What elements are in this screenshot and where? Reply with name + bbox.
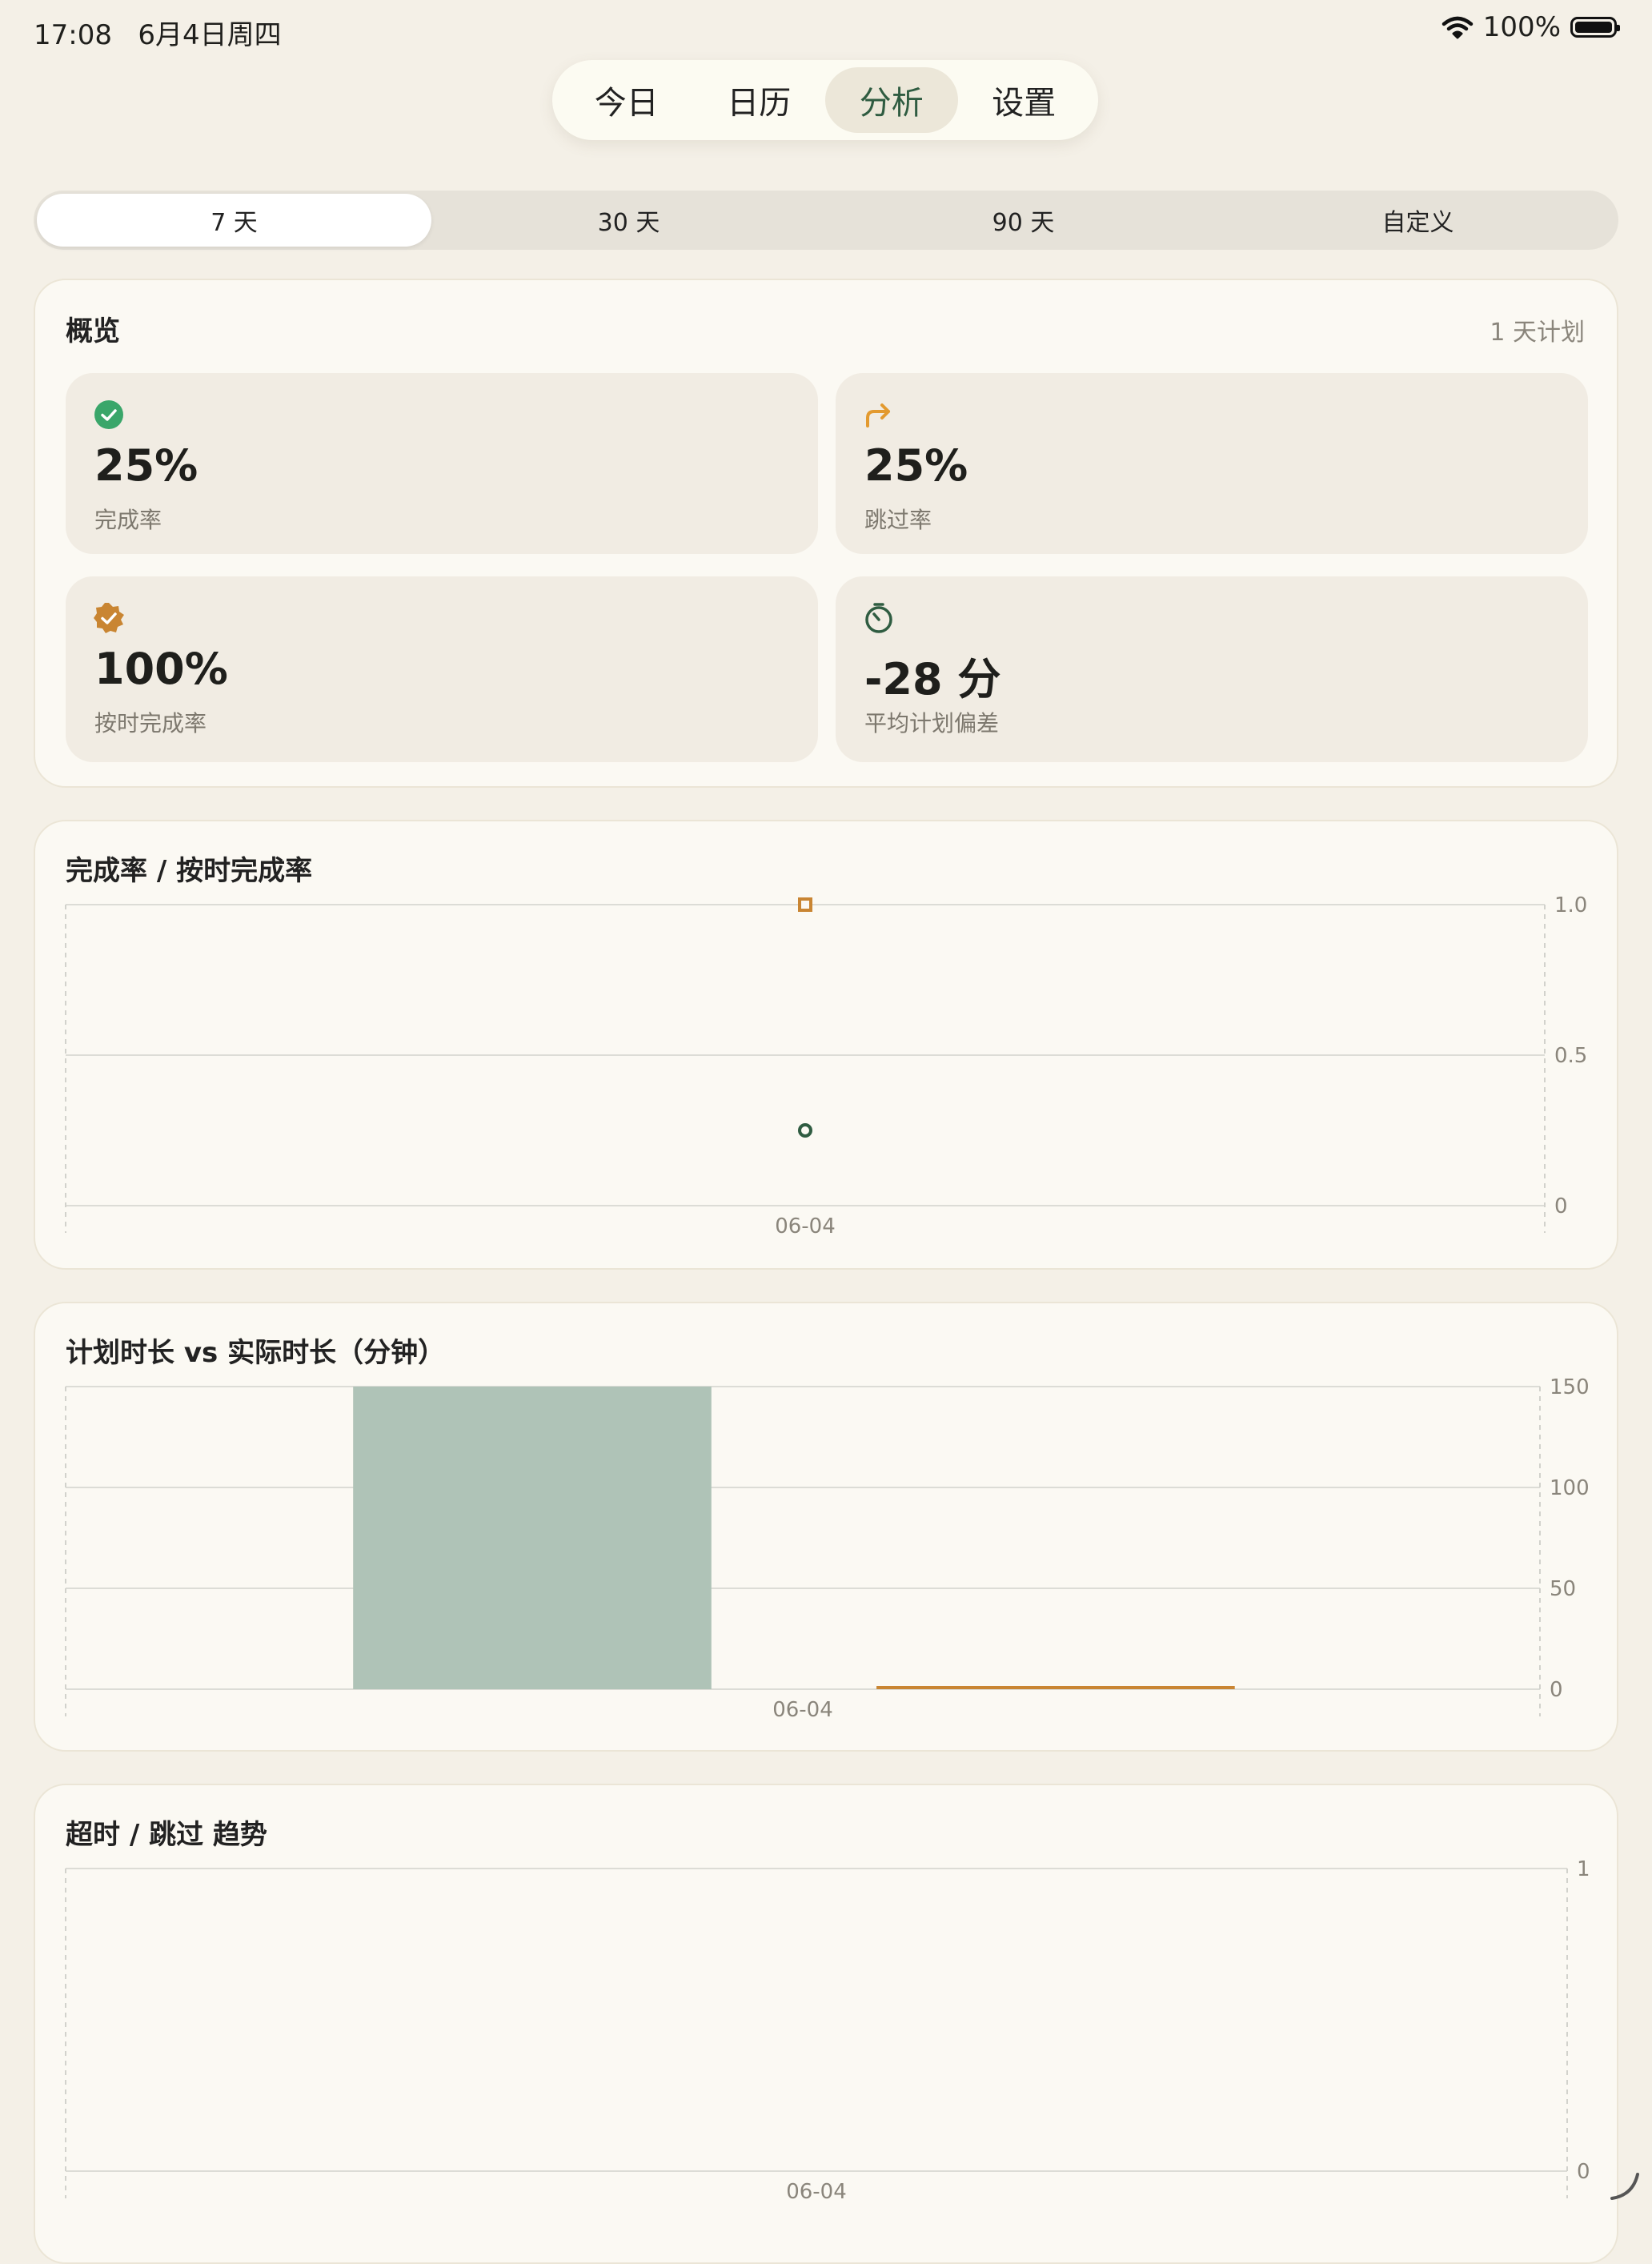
- overview-card: 概览 1 天计划 25% 完成率 25% 跳过率 100% 按时完成率 -28 …: [34, 279, 1618, 788]
- y-tick-label: 0: [1550, 1678, 1563, 1702]
- x-tick-label: 06-04: [772, 1698, 833, 1722]
- y-tick-label: 0: [1554, 1194, 1568, 1218]
- data-point-circle: [798, 1123, 812, 1138]
- status-clock: 17:08: [34, 19, 112, 51]
- y-tick-label: 100: [1550, 1476, 1590, 1500]
- y-tick-label: 50: [1550, 1577, 1576, 1601]
- redo-arrow-icon: [866, 403, 890, 428]
- status-time: 17:08 6月4日周四: [34, 13, 282, 52]
- overview-title: 概览: [66, 315, 120, 347]
- verified-badge-icon: [94, 603, 124, 633]
- x-tick-label: 06-04: [786, 2180, 847, 2204]
- stat-on-time-rate: 100% 按时完成率: [66, 576, 818, 762]
- y-tick-label: 0: [1577, 2160, 1590, 2184]
- y-tick-label: 150: [1550, 1375, 1590, 1399]
- stat-value: 25%: [864, 440, 968, 491]
- trend-chart: 1 0 06-04: [65, 1857, 1590, 2204]
- range-90-days[interactable]: 90 天: [826, 194, 1221, 247]
- status-right: 100%: [1441, 11, 1620, 43]
- stat-skip-rate: 25% 跳过率: [836, 373, 1588, 554]
- range-30-days[interactable]: 30 天: [431, 194, 826, 247]
- duration-chart-card: 计划时长 vs 实际时长（分钟） 150 100 50 0 06-04: [34, 1302, 1618, 1752]
- data-bar: [876, 1686, 1235, 1689]
- range-custom[interactable]: 自定义: [1221, 194, 1615, 247]
- status-date: 6月4日周四: [138, 19, 282, 51]
- data-point-square: [798, 897, 812, 912]
- stat-avg-deviation: -28 分 平均计划偏差: [836, 576, 1588, 762]
- x-tick-label: 06-04: [775, 1214, 836, 1238]
- stat-label: 平均计划偏差: [864, 710, 1000, 737]
- main-nav: 今日 日历 分析 设置: [552, 60, 1098, 140]
- tab-calendar[interactable]: 日历: [693, 67, 826, 133]
- stat-label: 按时完成率: [94, 710, 207, 737]
- y-tick-label: 1.0: [1554, 893, 1587, 917]
- range-selector: 7 天 30 天 90 天 自定义: [34, 191, 1618, 250]
- tab-analysis[interactable]: 分析: [825, 67, 958, 133]
- stat-completion-rate: 25% 完成率: [66, 373, 818, 554]
- tab-today[interactable]: 今日: [560, 67, 693, 133]
- wifi-icon: [1441, 16, 1474, 39]
- trend-chart-card: 超时 / 跳过 趋势 1 0 06-04: [34, 1784, 1618, 2264]
- y-tick-label: 0.5: [1554, 1044, 1587, 1068]
- duration-chart: 150 100 50 0 06-04: [65, 1375, 1590, 1722]
- stat-value: 25%: [94, 440, 198, 491]
- data-bar: [353, 1387, 712, 1689]
- stat-value: 100%: [94, 644, 228, 694]
- range-7-days[interactable]: 7 天: [37, 194, 431, 247]
- battery-percent: 100%: [1482, 11, 1561, 43]
- battery-icon: [1570, 17, 1620, 38]
- completion-chart: 1.0 0.5 0 06-04: [65, 893, 1587, 1238]
- completion-chart-card: 完成率 / 按时完成率 1.0 0.5 0 06-04: [34, 820, 1618, 1270]
- stat-value: -28 分: [864, 654, 1001, 704]
- tab-settings[interactable]: 设置: [958, 67, 1091, 133]
- y-tick-label: 1: [1577, 1857, 1590, 1881]
- resize-handle-icon[interactable]: [1609, 2170, 1641, 2202]
- stat-label: 跳过率: [864, 507, 932, 533]
- check-circle-icon: [94, 400, 123, 429]
- stat-label: 完成率: [94, 507, 162, 533]
- overview-subtitle: 1 天计划: [1490, 319, 1585, 347]
- timer-icon: [865, 603, 892, 633]
